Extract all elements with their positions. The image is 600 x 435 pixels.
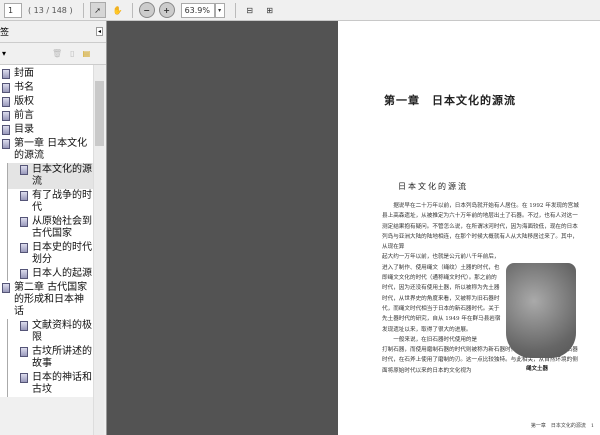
page-number-input[interactable]: 1 xyxy=(4,2,22,18)
bookmark-item[interactable]: 日本的神话和古坟 xyxy=(7,371,93,397)
bookmark-label: 古坟所讲述的故事 xyxy=(32,346,92,369)
bookmark-label: 从原始社会到古代国家 xyxy=(32,216,92,239)
bookmark-item[interactable]: 版权 xyxy=(0,95,93,109)
scrollbar-thumb[interactable] xyxy=(95,81,104,146)
bookmark-item[interactable]: 第二章 古代国家的形成和日本神话 xyxy=(0,281,93,319)
panel-title: 签 xyxy=(0,28,10,38)
fit-page-icon[interactable]: ⊞ xyxy=(262,2,278,18)
bookmark-item[interactable]: 目录 xyxy=(0,123,93,137)
bookmark-label: 前言 xyxy=(14,110,34,121)
bookmark-label: 目录 xyxy=(14,124,34,135)
bookmark-item[interactable]: 封面 xyxy=(0,67,93,81)
paragraph: 据说早在二十万年以前，日本列岛就开始有人居住。在 1992 年发现的宫城县上高森… xyxy=(382,203,579,251)
pdf-page: 第一章 日本文化的源流 日本文化的源流 据说早在二十万年以前，日本列岛就开始有人… xyxy=(338,21,600,435)
bookmark-icon xyxy=(20,191,28,201)
paragraph: 起大约一万年以前，也就是公元前八千年前后，进入了制作、使用绳文（绳纹）土器的时代… xyxy=(382,254,501,333)
bookmark-label: 日本史的时代划分 xyxy=(32,242,92,265)
bookmark-icon xyxy=(2,83,10,93)
divider xyxy=(131,2,133,18)
expand-bookmark-icon[interactable]: ▤ xyxy=(83,49,91,58)
bookmark-item[interactable]: 古坟所讲述的故事 xyxy=(7,345,93,371)
zoom-input[interactable]: 63.9% xyxy=(180,2,215,18)
bookmark-icon xyxy=(2,97,10,107)
paragraph: 一般来说，在旧石器时代使用的是 xyxy=(393,336,478,343)
bookmark-item[interactable]: 有了战争的时代 xyxy=(7,189,93,215)
bookmark-tree: 封面书名版权前言目录第一章 日本文化的源流日本文化的源流 有了战争的时代 从原始社会… xyxy=(0,65,93,397)
bookmark-icon xyxy=(20,165,28,175)
bookmark-icon xyxy=(2,139,10,149)
new-bookmark-icon[interactable]: ▯ xyxy=(70,49,74,58)
bookmark-item[interactable]: 前言 xyxy=(0,109,93,123)
bookmark-label: 日本的神话和古坟 xyxy=(32,372,92,395)
bookmark-icon xyxy=(2,111,10,121)
bookmark-label: 第二章 古代国家的形成和日本神话 xyxy=(14,282,88,317)
bookmark-icon xyxy=(20,217,28,227)
page-footer: 第一章 日本文化的源流 1 xyxy=(530,423,594,429)
scrollbar[interactable] xyxy=(93,65,104,435)
zoom-dropdown-icon[interactable]: ▾ xyxy=(214,2,225,18)
bookmark-item[interactable]: 日本文化的源流 xyxy=(7,163,93,189)
fit-width-icon[interactable]: ⊟ xyxy=(242,2,258,18)
image-caption: 绳文土器 xyxy=(526,366,549,372)
collapse-panel-button[interactable]: ◂ xyxy=(95,27,103,36)
bookmark-icon xyxy=(20,373,28,383)
bookmark-label: 日本人的起源 xyxy=(32,268,92,279)
select-tool-icon[interactable]: ➚ xyxy=(89,2,106,18)
bookmark-icon xyxy=(20,347,28,357)
bookmark-icon xyxy=(2,69,10,79)
bookmark-icon xyxy=(20,321,28,331)
chapter-title: 第一章 日本文化的源流 xyxy=(384,94,516,107)
bookmark-icon xyxy=(20,243,28,253)
bookmark-label: 日本文化的源流 xyxy=(32,164,92,187)
delete-bookmark-icon[interactable]: 🗑 xyxy=(52,49,62,58)
options-dropdown-icon[interactable]: ▾ xyxy=(2,49,6,58)
bookmark-item[interactable]: 日本史的时代划分 xyxy=(7,241,93,267)
bookmark-item[interactable]: 第一章 日本文化的源流 xyxy=(0,137,93,163)
bookmark-item[interactable]: 文献资料的极限 xyxy=(7,319,93,345)
toolbar: 1 ( 13 / 148 ) ➚ ✋ − + 63.9% ▾ ⊟ ⊞ xyxy=(0,0,600,21)
bookmarks-panel: 签 ◂ ▾ 🗑 ▯ ▤ 封面书名版权前言目录第一章 日本文化的源流日本文化的源流… xyxy=(0,21,107,435)
zoom-out-icon[interactable]: − xyxy=(138,2,155,18)
bookmark-item[interactable]: 书名 xyxy=(0,81,93,95)
bookmark-item[interactable]: 从原始社会到古代国家 xyxy=(7,215,93,241)
section-title: 日本文化的源流 xyxy=(398,182,468,191)
bookmark-item[interactable]: 日本人的起源 xyxy=(7,267,93,281)
divider xyxy=(82,2,84,18)
bookmark-label: 书名 xyxy=(14,82,34,93)
bookmark-label: 文献资料的极限 xyxy=(32,320,92,343)
bookmark-label: 封面 xyxy=(14,68,34,79)
page-count: ( 13 / 148 ) xyxy=(28,5,73,15)
bookmark-icon xyxy=(2,283,10,293)
bookmark-icon xyxy=(2,125,10,135)
bookmark-label: 第一章 日本文化的源流 xyxy=(14,138,88,161)
pottery-image xyxy=(506,263,576,358)
bookmark-label: 版权 xyxy=(14,96,34,107)
hand-tool-icon[interactable]: ✋ xyxy=(110,2,126,18)
zoom-in-icon[interactable]: + xyxy=(158,2,175,18)
bookmark-label: 有了战争的时代 xyxy=(32,190,92,213)
divider xyxy=(234,2,236,18)
bookmark-icon xyxy=(20,269,28,279)
